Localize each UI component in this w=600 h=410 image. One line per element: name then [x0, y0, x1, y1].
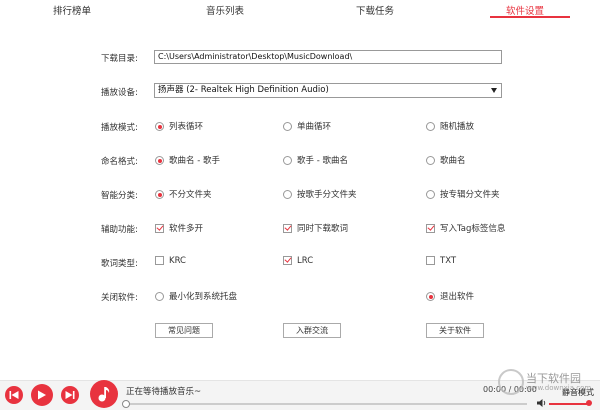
faq-button[interactable]: 常见问题 [155, 323, 213, 338]
previous-icon [9, 391, 19, 399]
download-dir-label: 下载目录: [101, 54, 138, 64]
checkbox-indicator[interactable] [426, 256, 435, 265]
radio-indicator[interactable] [155, 122, 164, 131]
checkbox-indicator[interactable] [155, 256, 164, 265]
radio-indicator[interactable] [283, 122, 292, 131]
radio-label: 列表循环 [169, 122, 204, 132]
join-group-button[interactable]: 入群交流 [283, 323, 341, 338]
play-button[interactable] [31, 384, 53, 406]
radio-list-loop[interactable]: 列表循环 [155, 120, 203, 132]
tab-music-list[interactable]: 音乐列表 [206, 3, 244, 17]
close-behavior-label: 关闭软件: [101, 293, 138, 303]
play-mode-label: 播放模式: [101, 123, 138, 133]
previous-button[interactable] [5, 386, 23, 404]
play-icon [38, 390, 46, 400]
checkbox-txt[interactable]: TXT [426, 256, 456, 266]
radio-no-folder[interactable]: 不分文件夹 [155, 188, 212, 200]
radio-name-song[interactable]: 歌曲名 [426, 154, 466, 166]
checkbox-label: 软件多开 [169, 224, 204, 234]
progress-bar[interactable] [124, 403, 527, 405]
radio-indicator[interactable] [155, 292, 164, 301]
radio-label: 歌手 - 歌曲名 [297, 156, 348, 166]
checkbox-indicator[interactable] [426, 224, 435, 233]
radio-indicator[interactable] [283, 190, 292, 199]
radio-indicator[interactable] [426, 156, 435, 165]
tab-download-tasks[interactable]: 下载任务 [356, 3, 394, 17]
radio-indicator[interactable] [426, 292, 435, 301]
checkbox-indicator[interactable] [155, 224, 164, 233]
volume-slider[interactable] [549, 403, 589, 405]
checkbox-krc[interactable]: KRC [155, 256, 186, 266]
radio-indicator[interactable] [426, 190, 435, 199]
checkbox-label: KRC [169, 256, 186, 266]
checkbox-lrc[interactable]: LRC [283, 256, 313, 266]
radio-folder-by-artist[interactable]: 按歌手分文件夹 [283, 188, 357, 200]
radio-indicator[interactable] [155, 190, 164, 199]
tab-settings[interactable]: 软件设置 [506, 3, 544, 17]
checkbox-download-lyrics[interactable]: 同时下载歌词 [283, 222, 348, 234]
active-tab-indicator [490, 16, 570, 18]
playback-device-value: 扬声器 (2- Realtek High Definition Audio) [158, 85, 329, 95]
radio-label: 不分文件夹 [169, 190, 212, 200]
radio-label: 歌曲名 - 歌手 [169, 156, 220, 166]
radio-indicator[interactable] [426, 122, 435, 131]
radio-label: 随机播放 [440, 122, 475, 132]
radio-single-loop[interactable]: 单曲循环 [283, 120, 331, 132]
dropdown-arrow-icon[interactable] [491, 88, 497, 93]
radio-exit-app[interactable]: 退出软件 [426, 290, 474, 302]
radio-folder-by-album[interactable]: 按专辑分文件夹 [426, 188, 500, 200]
next-button[interactable] [61, 386, 79, 404]
radio-label: 单曲循环 [297, 122, 332, 132]
radio-label: 退出软件 [440, 292, 475, 302]
playback-device-select[interactable]: 扬声器 (2- Realtek High Definition Audio) [154, 83, 502, 98]
about-button[interactable]: 关于软件 [426, 323, 484, 338]
playback-device-label: 播放设备: [101, 88, 138, 98]
checkbox-indicator[interactable] [283, 256, 292, 265]
checkbox-label: 同时下载歌词 [297, 224, 349, 234]
volume-knob[interactable] [586, 400, 592, 406]
radio-label: 最小化到系统托盘 [169, 292, 238, 302]
checkbox-multi-instance[interactable]: 软件多开 [155, 222, 203, 234]
top-tab-bar: 排行榜单 音乐列表 下载任务 软件设置 [0, 0, 600, 20]
checkbox-write-tag[interactable]: 写入Tag标签信息 [426, 222, 505, 234]
checkbox-label: 写入Tag标签信息 [440, 224, 506, 234]
playback-time: 00:00 / 00:00 [483, 385, 537, 394]
now-playing-text: 正在等待播放音乐~ [126, 387, 202, 397]
naming-format-label: 命名格式: [101, 157, 138, 167]
next-icon [65, 391, 75, 399]
music-note-icon [98, 387, 110, 402]
download-dir-input[interactable]: C:\Users\Administrator\Desktop\MusicDown… [154, 50, 502, 64]
radio-label: 按歌手分文件夹 [297, 190, 357, 200]
aux-features-label: 辅助功能: [101, 225, 138, 235]
volume-icon[interactable] [537, 399, 546, 407]
radio-label: 按专辑分文件夹 [440, 190, 500, 200]
smart-category-label: 智能分类: [101, 191, 138, 201]
radio-minimize-to-tray[interactable]: 最小化到系统托盘 [155, 290, 237, 302]
checkbox-indicator[interactable] [283, 224, 292, 233]
radio-label: 歌曲名 [440, 156, 466, 166]
radio-shuffle[interactable]: 随机播放 [426, 120, 474, 132]
tab-charts[interactable]: 排行榜单 [53, 3, 91, 17]
radio-indicator[interactable] [283, 156, 292, 165]
progress-knob[interactable] [122, 400, 130, 408]
mute-mode-label[interactable]: 静音模式 [562, 387, 594, 398]
radio-name-artist-song[interactable]: 歌手 - 歌曲名 [283, 154, 348, 166]
album-art[interactable] [90, 380, 118, 408]
radio-name-song-artist[interactable]: 歌曲名 - 歌手 [155, 154, 220, 166]
checkbox-label: TXT [440, 256, 457, 266]
checkbox-label: LRC [297, 256, 314, 266]
lyrics-type-label: 歌词类型: [101, 259, 138, 269]
radio-indicator[interactable] [155, 156, 164, 165]
